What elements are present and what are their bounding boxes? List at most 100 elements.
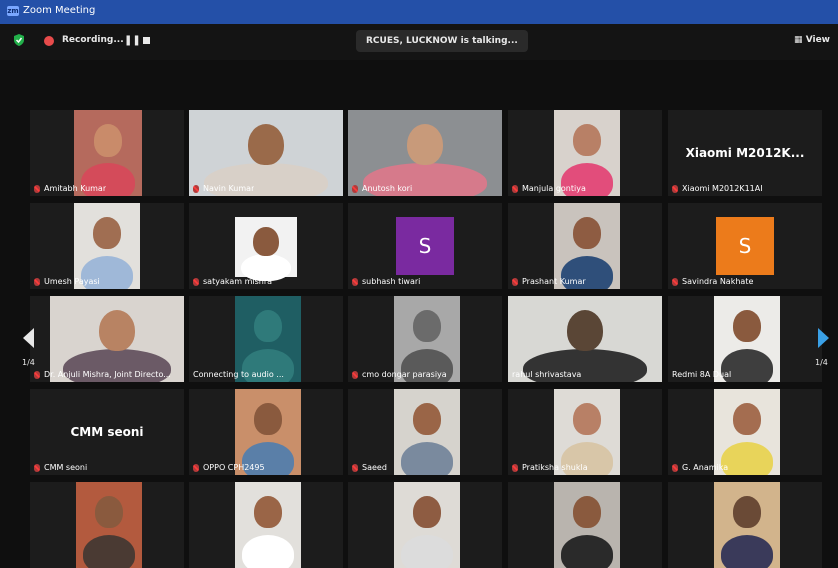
participant-tile[interactable]: Prashant Kumar: [508, 203, 662, 289]
participant-tile[interactable]: Xiaomi M2012K... Xiaomi M2012K11AI: [668, 110, 822, 196]
recording-label: Recording...: [62, 35, 124, 45]
participant-display-name: Xiaomi M2012K...: [685, 146, 805, 160]
participant-body: [400, 535, 454, 568]
page-indicator-left: 1/4: [22, 358, 35, 367]
stop-recording-icon[interactable]: [143, 37, 150, 44]
participant-name: Pratiksha shukla: [522, 463, 588, 472]
participant-name: Redmi 8A Dual: [672, 370, 732, 379]
muted-mic-icon: [193, 463, 199, 472]
participant-video: [235, 217, 297, 282]
participant-tile[interactable]: Navin Kumar: [189, 110, 343, 196]
participant-head: [413, 495, 441, 528]
participant-name: OPPO CPH2495: [203, 463, 265, 472]
participant-head: [254, 402, 282, 435]
participant-name-label: G. Anamika: [672, 463, 728, 472]
muted-mic-icon: [672, 184, 678, 193]
participant-tile[interactable]: Amitabh Kumar: [30, 110, 184, 196]
muted-mic-icon: [352, 277, 358, 286]
muted-mic-icon: [193, 277, 199, 286]
participant-tile[interactable]: [668, 482, 822, 568]
participant-video: [394, 389, 460, 475]
participant-video: [235, 482, 301, 568]
participant-head: [573, 123, 601, 156]
muted-mic-icon: [34, 184, 40, 193]
participant-name-label: CMM seoni: [34, 463, 87, 472]
participant-name: G. Anamika: [682, 463, 729, 472]
participant-tile[interactable]: Manjula gontiya: [508, 110, 662, 196]
participant-name-label: cmo dongar parasiya: [352, 370, 447, 379]
active-speaker-indicator: RCUES, LUCKNOW is talking...: [356, 30, 528, 52]
participant-name-label: Saeed: [352, 463, 387, 472]
participant-tile[interactable]: Connecting to audio ...: [189, 296, 343, 382]
zoom-app-icon: zm: [7, 6, 19, 16]
participant-name-label: OPPO CPH2495: [193, 463, 265, 472]
participant-name: CMM seoni: [44, 463, 88, 472]
participant-tile[interactable]: Dr. Anjuli Mishra, Joint Directo...: [30, 296, 184, 382]
participant-head: [254, 309, 282, 342]
participant-name-label: satyakam mishra: [193, 277, 272, 286]
participant-head: [733, 309, 761, 342]
participant-name-label: Amitabh Kumar: [34, 184, 106, 193]
participant-name-label: Xiaomi M2012K11AI: [672, 184, 763, 193]
participant-tile[interactable]: Ssubhash tiwari: [348, 203, 502, 289]
participant-tile[interactable]: S Savindra Nakhate: [668, 203, 822, 289]
participant-tile[interactable]: [508, 482, 662, 568]
participant-head: [253, 226, 279, 256]
participant-name-label: Umesh Payasi: [34, 277, 100, 286]
muted-mic-icon: [672, 277, 678, 286]
participant-name: Anutosh kori: [362, 184, 413, 193]
muted-mic-icon: [672, 463, 678, 472]
view-button[interactable]: ▦ View: [794, 35, 830, 45]
participant-tile[interactable]: Redmi 8A Dual: [668, 296, 822, 382]
participant-name-label: rahul shrivastava: [512, 370, 581, 379]
participant-name: subhash tiwari: [362, 277, 421, 286]
muted-mic-icon: [352, 463, 358, 472]
participant-body: [82, 535, 136, 568]
participant-tile[interactable]: CMM seoni CMM seoni: [30, 389, 184, 475]
participant-tile[interactable]: Umesh Payasi: [30, 203, 184, 289]
participant-body: [720, 442, 774, 475]
participant-name: satyakam mishra: [203, 277, 273, 286]
page-indicator-right: 1/4: [815, 358, 828, 367]
participant-name: Dr. Anjuli Mishra, Joint Directo...: [44, 370, 171, 379]
participant-display-name: CMM seoni: [70, 425, 144, 439]
participant-name: Connecting to audio ...: [193, 370, 284, 379]
participant-tile[interactable]: satyakam mishra: [189, 203, 343, 289]
participant-body: [400, 442, 454, 475]
participant-video: [554, 482, 620, 568]
participant-body: [241, 535, 295, 568]
participant-head: [247, 123, 285, 166]
shield-icon[interactable]: [12, 33, 26, 47]
participant-name-label: Redmi 8A Dual: [672, 370, 731, 379]
participant-name-label: Dr. Anjuli Mishra, Joint Directo...: [34, 370, 171, 379]
participant-name: rahul shrivastava: [512, 370, 582, 379]
participant-tile[interactable]: Saeed: [348, 389, 502, 475]
participant-tile[interactable]: Pratiksha shukla: [508, 389, 662, 475]
participant-head: [573, 495, 601, 528]
window-titlebar: zm Zoom Meeting: [0, 0, 838, 24]
participant-tile[interactable]: G. Anamika: [668, 389, 822, 475]
pause-recording-icon[interactable]: ❚❚: [124, 35, 141, 46]
participant-name: Manjula gontiya: [522, 184, 586, 193]
participant-head: [254, 495, 282, 528]
participant-name: Xiaomi M2012K11AI: [682, 184, 763, 193]
participant-avatar: S: [396, 217, 454, 275]
participant-head: [573, 402, 601, 435]
participant-avatar: S: [716, 217, 774, 275]
participant-tile[interactable]: [30, 482, 184, 568]
muted-mic-icon: [512, 184, 518, 193]
meeting-toolbar: Recording... ❚❚ RCUES, LUCKNOW is talkin…: [0, 24, 838, 60]
participant-video: [76, 482, 142, 568]
participant-tile[interactable]: OPPO CPH2495: [189, 389, 343, 475]
participant-name: cmo dongar parasiya: [362, 370, 447, 379]
participant-tile[interactable]: cmo dongar parasiya: [348, 296, 502, 382]
participant-tile[interactable]: Anutosh kori: [348, 110, 502, 196]
participant-tile[interactable]: [348, 482, 502, 568]
participant-tile[interactable]: rahul shrivastava: [508, 296, 662, 382]
muted-mic-icon: [193, 184, 199, 193]
participant-name-label: Savindra Nakhate: [672, 277, 753, 286]
participant-tile[interactable]: [189, 482, 343, 568]
participant-name: Prashant Kumar: [522, 277, 586, 286]
recording-icon: [44, 36, 54, 46]
participant-body: [720, 535, 774, 568]
